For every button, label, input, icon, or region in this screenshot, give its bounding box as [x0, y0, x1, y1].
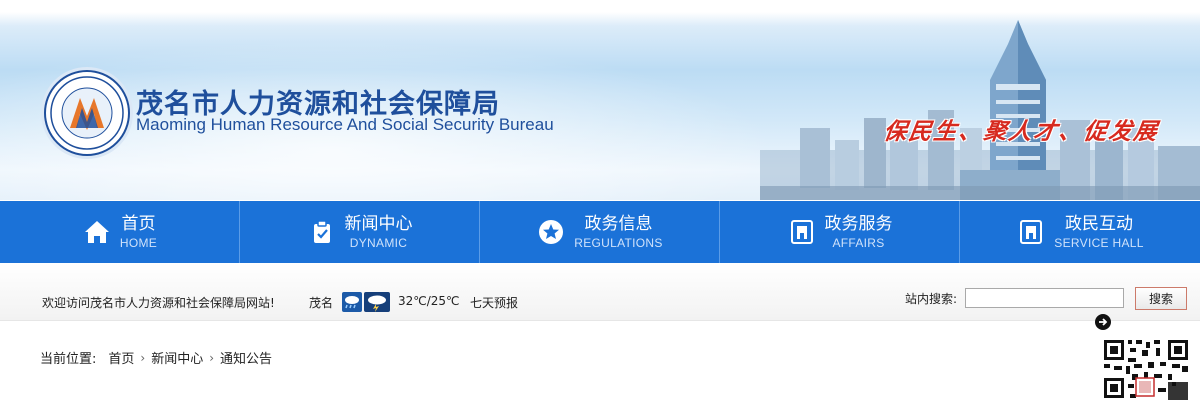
nav-item-regulations[interactable]: 政务信息 REGULATIONS — [480, 201, 720, 263]
nav-item-news[interactable]: 新闻中心 DYNAMIC — [240, 201, 480, 263]
building-icon — [1016, 217, 1046, 247]
nav-label: 政民互动 — [1064, 213, 1133, 234]
welcome-text: 欢迎访问茂名市人力资源和社会保障局网站! — [42, 296, 275, 310]
nav-sublabel: HOME — [119, 235, 158, 250]
home-icon — [82, 217, 112, 247]
nav-label: 首页 — [121, 213, 156, 234]
search-label: 站内搜索: — [905, 292, 958, 306]
nav-item-affairs[interactable]: 政务服务 AFFAIRS — [720, 201, 960, 263]
star-icon — [536, 217, 566, 247]
nav-item-service-hall[interactable]: 政民互动 SERVICE HALL — [960, 201, 1200, 263]
temperature: 32℃/25℃ — [398, 294, 460, 308]
clipboard-check-icon — [307, 217, 337, 247]
arrow-right-icon[interactable] — [1095, 314, 1111, 330]
qr-code-image — [1102, 338, 1190, 400]
nav-sublabel: AFFAIRS — [832, 235, 885, 250]
nav-label: 政务信息 — [584, 213, 653, 234]
nav-label: 政务服务 — [824, 213, 893, 234]
nav-sublabel: REGULATIONS — [574, 235, 663, 250]
info-bar: 欢迎访问茂名市人力资源和社会保障局网站! 茂名 32℃/25℃ 七天预报 站内搜… — [0, 263, 1200, 321]
search-input[interactable] — [965, 288, 1124, 308]
banner-slogan: 保民生、聚人才、促发展 — [881, 118, 1161, 145]
nav-sublabel: SERVICE HALL — [1054, 235, 1144, 250]
nav-label: 新闻中心 — [344, 213, 413, 234]
site-subtitle-en: Maoming Human Resource And Social Securi… — [136, 115, 554, 134]
breadcrumb-item-news[interactable]: 新闻中心 — [151, 348, 203, 367]
seven-day-forecast-link[interactable]: 七天预报 — [470, 294, 518, 311]
nav-sublabel: DYNAMIC — [349, 235, 408, 250]
building-icon — [787, 217, 817, 247]
breadcrumb: 当前位置: 首页 › 新闻中心 › 通知公告 — [40, 348, 272, 368]
city-skyline-illustration — [760, 20, 1200, 200]
header-banner: 茂名市人力资源和社会保障局 Maoming Human Resource And… — [0, 0, 1200, 200]
breadcrumb-label: 当前位置: — [40, 352, 97, 367]
search-button[interactable]: 搜索 — [1135, 287, 1187, 310]
nav-item-home[interactable]: 首页 HOME — [0, 201, 240, 263]
breadcrumb-item-home[interactable]: 首页 — [108, 348, 134, 367]
chevron-right-icon: › — [140, 350, 146, 365]
weather-city: 茂名 — [309, 296, 334, 310]
main-nav: 首页 HOME 新闻中心 DYNAMIC 政务信息 REGULATIONS 政务… — [0, 201, 1200, 263]
bureau-logo-emblem — [44, 70, 130, 156]
chevron-right-icon: › — [209, 350, 215, 365]
breadcrumb-item-notice[interactable]: 通知公告 — [220, 348, 272, 367]
thunderstorm-icon — [364, 292, 390, 312]
rain-icon — [342, 292, 362, 312]
